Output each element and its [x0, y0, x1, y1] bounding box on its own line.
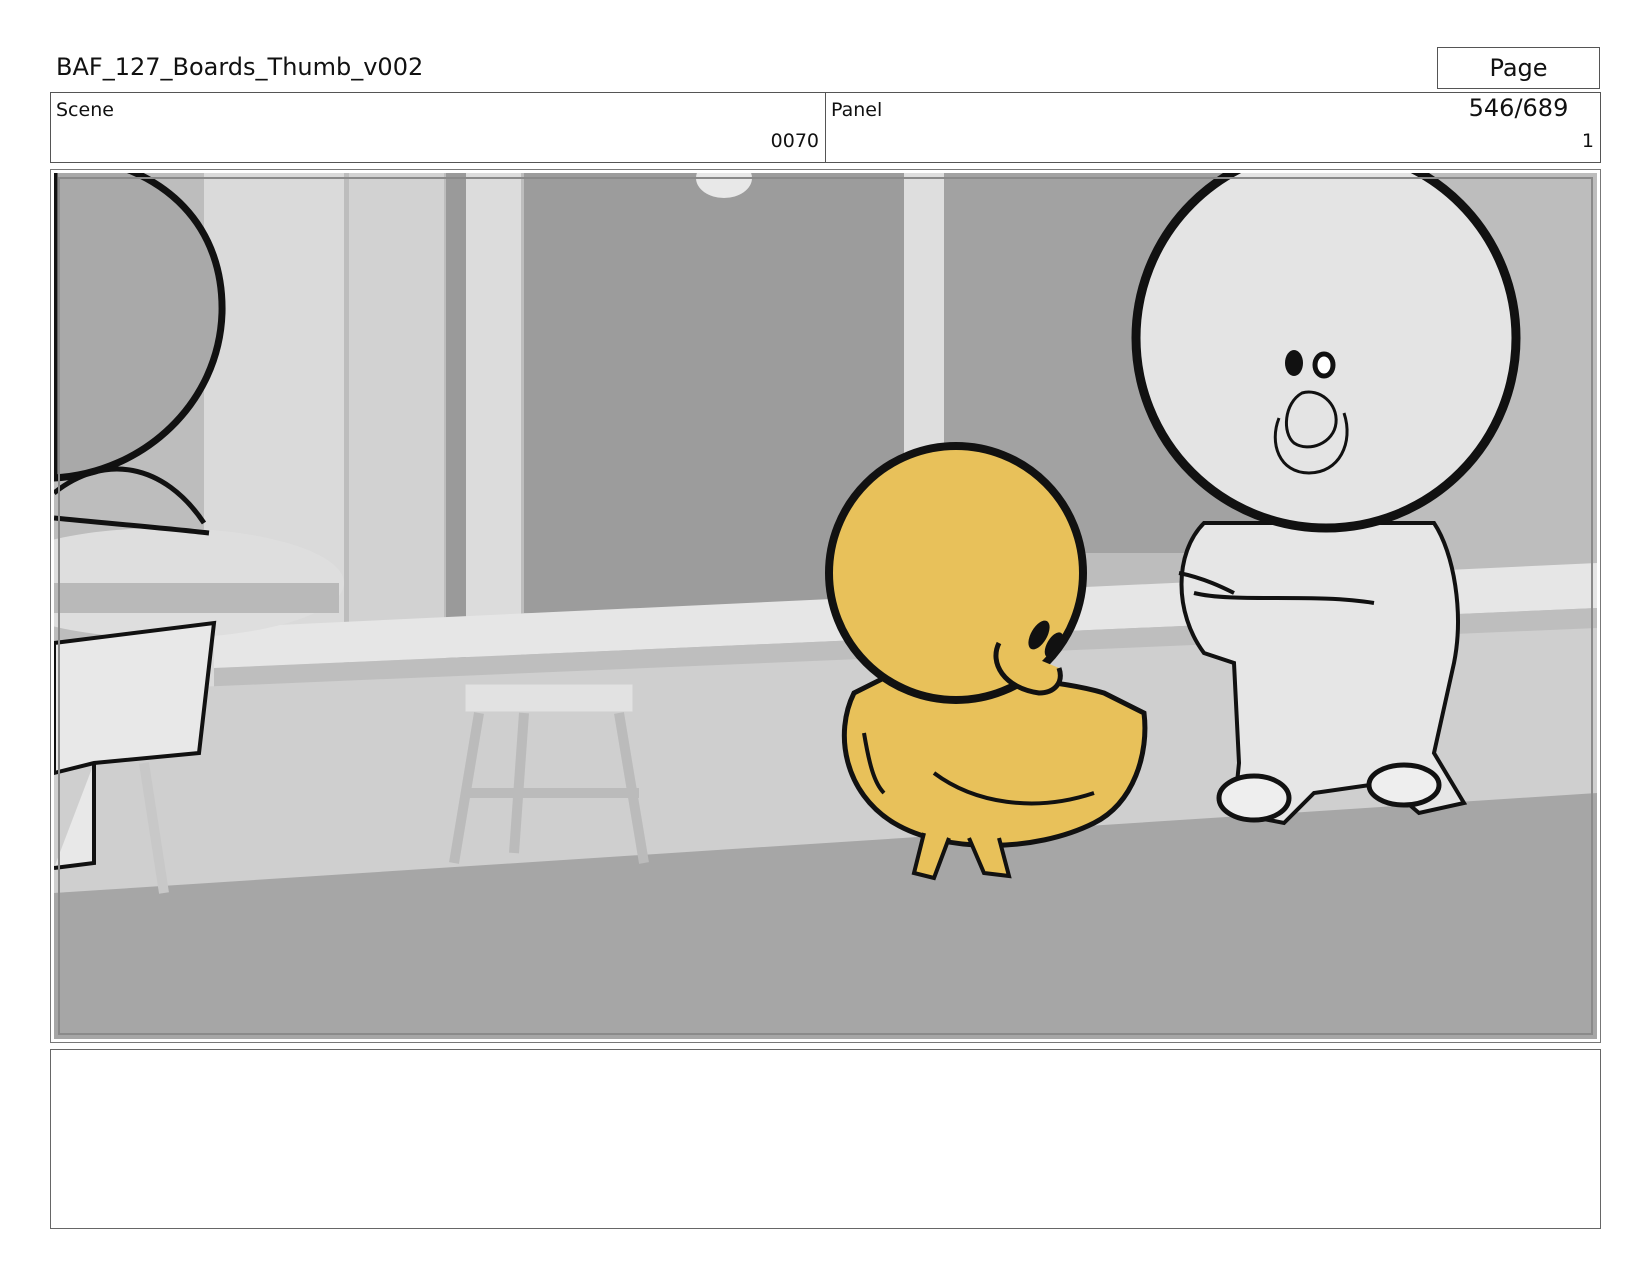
- panel-value: 1: [1581, 130, 1594, 152]
- storyboard-panel-frame: [50, 169, 1601, 1043]
- table-edge: [54, 583, 339, 613]
- panel-cell: Panel 1: [825, 93, 1600, 162]
- document-title: BAF_127_Boards_Thumb_v002: [56, 53, 424, 81]
- scene-panel-info-row: Scene 0070 Panel 1: [50, 92, 1601, 163]
- page-number-box: Page 546/689: [1437, 47, 1600, 122]
- scene-label: Scene: [56, 99, 114, 121]
- panel-label: Panel: [831, 99, 883, 121]
- notes-box: [50, 1049, 1601, 1229]
- scene-value: 0070: [770, 130, 819, 152]
- chair-left: [54, 620, 217, 776]
- storyboard-panel-image: [54, 173, 1597, 1039]
- scene-cell: Scene 0070: [51, 93, 825, 162]
